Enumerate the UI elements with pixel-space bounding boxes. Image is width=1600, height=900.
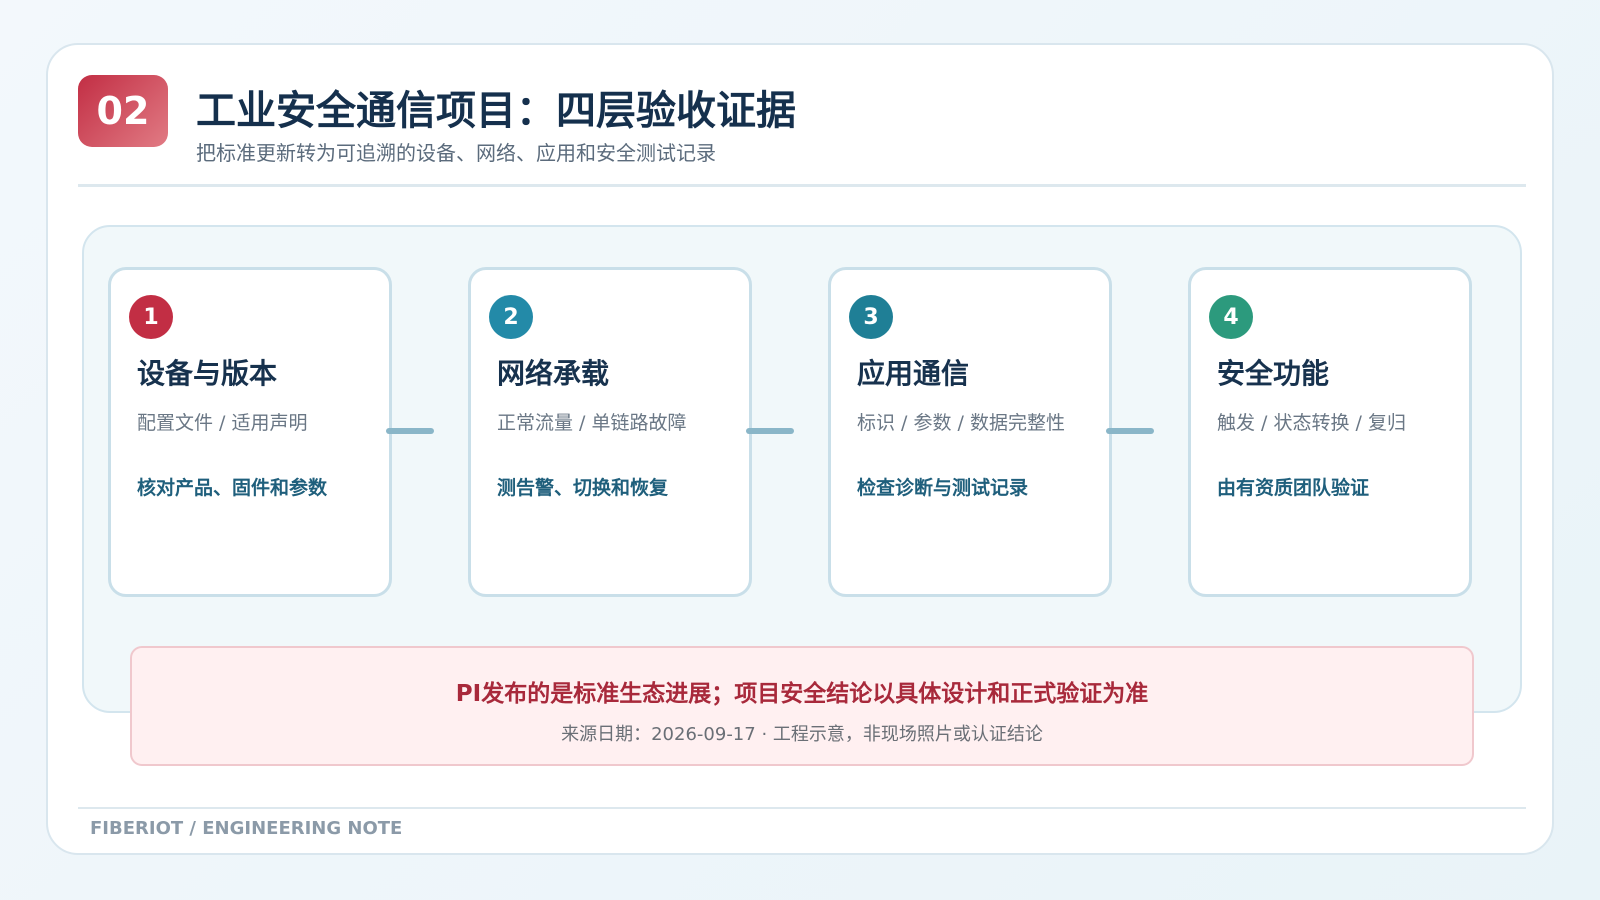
source-date-text: 来源日期：2026-09-17 · 工程示意，非现场照片或认证结论 [561, 724, 1043, 745]
step-number-badge: 1 [129, 295, 173, 339]
step-action: 测告警、切换和恢复 [497, 477, 669, 499]
step-action: 核对产品、固件和参数 [137, 477, 328, 499]
step-card-1: 1 设备与版本 配置文件 / 适用声明 核对产品、固件和参数 [108, 267, 392, 597]
disclaimer-note: PI发布的是标准生态进展；项目安全结论以具体设计和正式验证为准 来源日期：202… [130, 646, 1474, 766]
slide: 02 工业安全通信项目：四层验收证据 把标准更新转为可追溯的设备、网络、应用和安… [46, 43, 1554, 855]
step-connector [746, 428, 794, 434]
step-number-badge: 3 [849, 295, 893, 339]
step-description: 标识 / 参数 / 数据完整性 [857, 412, 1065, 434]
step-title: 设备与版本 [137, 357, 278, 390]
disclaimer-main-text: PI发布的是标准生态进展；项目安全结论以具体设计和正式验证为准 [455, 681, 1149, 707]
page-title: 工业安全通信项目：四层验收证据 [196, 88, 796, 134]
step-title: 应用通信 [857, 357, 970, 390]
page-subtitle: 把标准更新转为可追溯的设备、网络、应用和安全测试记录 [196, 141, 716, 165]
step-connector [1106, 428, 1154, 434]
step-title: 安全功能 [1217, 357, 1330, 390]
step-card-4: 4 安全功能 触发 / 状态转换 / 复归 由有资质团队验证 [1188, 267, 1472, 597]
step-card-2: 2 网络承载 正常流量 / 单链路故障 测告警、切换和恢复 [468, 267, 752, 597]
step-number-badge: 2 [489, 295, 533, 339]
steps-panel: 1 设备与版本 配置文件 / 适用声明 核对产品、固件和参数 2 网络承载 正常… [82, 225, 1522, 713]
footer-divider [78, 807, 1526, 809]
step-description: 触发 / 状态转换 / 复归 [1217, 412, 1406, 434]
step-connector [386, 428, 434, 434]
step-description: 正常流量 / 单链路故障 [497, 412, 687, 434]
step-title: 网络承载 [497, 357, 610, 390]
header-divider [78, 184, 1526, 187]
footer-brand: FIBERIOT / ENGINEERING NOTE [90, 818, 403, 839]
step-card-3: 3 应用通信 标识 / 参数 / 数据完整性 检查诊断与测试记录 [828, 267, 1112, 597]
section-number-badge: 02 [78, 75, 168, 147]
step-action: 检查诊断与测试记录 [857, 477, 1029, 499]
step-action: 由有资质团队验证 [1217, 477, 1370, 499]
step-number-badge: 4 [1209, 295, 1253, 339]
step-description: 配置文件 / 适用声明 [137, 412, 308, 434]
